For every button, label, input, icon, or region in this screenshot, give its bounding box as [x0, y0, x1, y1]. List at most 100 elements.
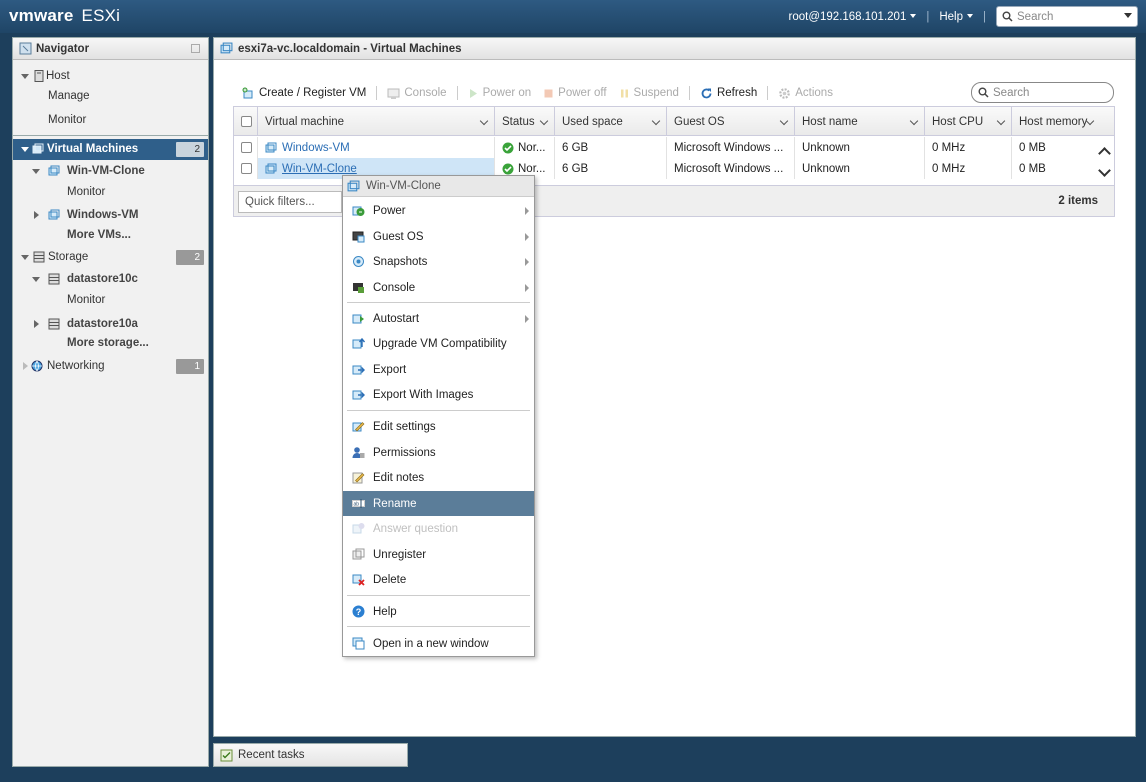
chevron-down-icon[interactable] [779, 116, 789, 126]
collapse-panel-icon[interactable] [191, 44, 200, 53]
col-used-space[interactable]: Used space [555, 107, 667, 136]
chevron-down-icon[interactable] [996, 116, 1006, 126]
vm-name: Windows-VM [282, 141, 350, 154]
col-host-name[interactable]: Host name [795, 107, 925, 136]
expand-arrow-icon[interactable] [21, 74, 29, 79]
menu-item-unregister[interactable]: Unregister [343, 542, 534, 567]
expand-arrow-icon[interactable] [34, 320, 39, 328]
items-count: 2 items [1058, 195, 1098, 207]
menu-label: Edit notes [373, 471, 425, 484]
nav-virtual-machines[interactable]: Virtual Machines 2 [13, 139, 208, 160]
unregister-icon [352, 548, 365, 560]
power-off-button[interactable]: Power off [537, 87, 612, 99]
page-title: esxi7a-vc.localdomain - Virtual Machines [238, 42, 462, 55]
table-row[interactable]: Windows-VM Nor... 6 GB Microsoft Windows… [234, 137, 1090, 158]
host-icon [34, 70, 44, 82]
menu-item-answer-question[interactable]: Answer question [343, 516, 534, 541]
nav-vm-windows-vm[interactable]: Windows-VM [13, 205, 208, 226]
nav-host-manage[interactable]: Manage [13, 86, 208, 107]
console-icon [387, 88, 400, 99]
select-all-checkbox[interactable] [241, 116, 252, 127]
top-bar: vmware ESXi root@192.168.101.201 | Help |… [0, 0, 1146, 33]
refresh-button[interactable]: Refresh [694, 87, 763, 100]
nav-vm1-monitor[interactable]: Monitor [13, 182, 208, 203]
nav-vm2-label: Windows-VM [67, 209, 139, 221]
expand-arrow-icon[interactable] [21, 255, 29, 260]
help-menu[interactable]: Help [939, 11, 973, 23]
nav-datastore10c[interactable]: datastore10c [13, 269, 208, 290]
menu-item-edit-settings[interactable]: Edit settings [343, 414, 534, 439]
menu-item-snapshots[interactable]: Snapshots [343, 249, 534, 274]
chevron-down-icon[interactable] [479, 116, 489, 126]
menu-item-autostart[interactable]: Autostart [343, 306, 534, 331]
recent-tasks-tab[interactable]: Recent tasks [213, 743, 408, 767]
vm-icon [220, 42, 233, 54]
menu-item-edit-notes[interactable]: Edit notes [343, 465, 534, 490]
snapshot-icon [353, 256, 364, 267]
context-menu-title: Win-VM-Clone [343, 176, 534, 197]
menu-item-power[interactable]: Power [343, 198, 534, 223]
menu-item-permissions[interactable]: Permissions [343, 440, 534, 465]
chevron-down-icon[interactable] [539, 116, 549, 126]
expand-arrow-icon[interactable] [21, 147, 29, 152]
expand-arrow-icon[interactable] [34, 211, 39, 219]
expand-arrow-icon[interactable] [32, 277, 40, 282]
nav-datastore10a[interactable]: datastore10a [13, 314, 208, 335]
brand-vmware: vmware [9, 6, 74, 25]
row-checkbox[interactable] [241, 163, 252, 174]
navigator-header: Navigator [13, 38, 208, 60]
nav-networking[interactable]: Networking 1 [13, 356, 208, 377]
suspend-button[interactable]: Suspend [613, 87, 685, 99]
console-button[interactable]: Console [381, 87, 452, 100]
nav-vm-win-vm-clone[interactable]: Win-VM-Clone [13, 161, 208, 182]
search-placeholder: Search [1017, 10, 1054, 23]
vm-name-cell[interactable]: Windows-VM [258, 137, 495, 158]
col-host-memory[interactable]: Host memory [1012, 107, 1100, 136]
nav-more-vms[interactable]: More VMs... [13, 225, 208, 246]
nav-host[interactable]: Host [13, 66, 208, 87]
nav-ds1-monitor[interactable]: Monitor [13, 290, 208, 311]
power-on-label: Power on [482, 87, 532, 99]
create-register-vm-button[interactable]: Create / Register VM [236, 87, 372, 100]
upgrade-icon [352, 337, 365, 349]
menu-item-export[interactable]: Export [343, 357, 534, 382]
chevron-down-icon[interactable] [651, 116, 661, 126]
menu-item-upgrade-vm-compatibility[interactable]: Upgrade VM Compatibility [343, 331, 534, 356]
menu-item-guest-os[interactable]: Guest OS [343, 224, 534, 249]
menu-item-export-with-images[interactable]: Export With Images [343, 382, 534, 407]
menu-separator [347, 626, 530, 627]
menu-item-console[interactable]: Console [343, 275, 534, 300]
scroll-down-icon[interactable] [1098, 164, 1111, 177]
search-icon [978, 87, 989, 98]
nav-host-monitor[interactable]: Monitor [13, 110, 208, 131]
col-guest-os[interactable]: Guest OS [667, 107, 795, 136]
top-search-input[interactable]: Search [996, 6, 1138, 27]
chevron-down-icon[interactable] [909, 116, 919, 126]
actions-button[interactable]: Actions [772, 87, 839, 100]
gear-icon [779, 87, 791, 99]
create-vm-icon [242, 87, 253, 98]
expand-arrow-icon[interactable] [23, 362, 28, 370]
user-menu[interactable]: root@192.168.101.201 [789, 11, 917, 23]
menu-item-delete[interactable]: Delete [343, 567, 534, 592]
row-checkbox[interactable] [241, 142, 252, 153]
col-label: Used space [562, 115, 623, 128]
menu-item-open-new-window[interactable]: Open in a new window [343, 631, 534, 656]
menu-item-help[interactable]: ? Help [343, 599, 534, 624]
user-label: root@192.168.101.201 [788, 10, 907, 23]
col-status[interactable]: Status [495, 107, 555, 136]
nav-storage[interactable]: Storage 2 [13, 247, 208, 268]
vm-search-input[interactable]: Search [971, 82, 1114, 103]
power-on-button[interactable]: Power on [462, 87, 538, 99]
export-images-icon [352, 390, 365, 400]
col-host-cpu[interactable]: Host CPU [925, 107, 1012, 136]
search-dropdown-icon[interactable] [1124, 13, 1132, 18]
scroll-up-icon[interactable] [1098, 147, 1111, 160]
menu-item-rename[interactable]: ab Rename [343, 491, 534, 516]
nav-more-storage[interactable]: More storage... [13, 333, 208, 354]
submenu-arrow-icon [525, 258, 529, 266]
expand-arrow-icon[interactable] [32, 169, 40, 174]
nav-ds1-monitor-label: Monitor [67, 294, 106, 306]
col-virtual-machine[interactable]: Virtual machine [258, 107, 495, 136]
quick-filters-select[interactable]: Quick filters... [238, 191, 342, 213]
